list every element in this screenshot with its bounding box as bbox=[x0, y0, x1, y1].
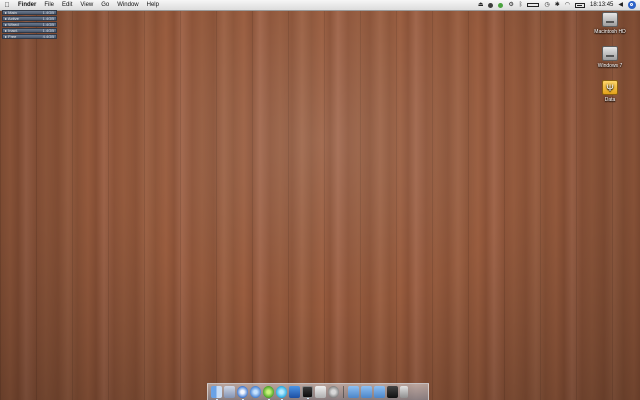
dark-app-icon[interactable] bbox=[387, 386, 398, 398]
blue-app-icon[interactable] bbox=[289, 386, 300, 398]
battery-icon[interactable] bbox=[575, 2, 586, 8]
widget-row: ▸ Inact. 1.4GB bbox=[2, 28, 57, 33]
widget-row: ▸ Main 1.4GB bbox=[2, 10, 57, 15]
cpu-meter-icon[interactable] bbox=[527, 3, 540, 7]
time-machine-icon[interactable]: ◷ bbox=[544, 0, 549, 10]
usb-drive-icon bbox=[602, 80, 618, 95]
desktop-icon-label: Data bbox=[604, 97, 616, 103]
status-green-icon[interactable] bbox=[498, 2, 504, 8]
widget-row-label: ▸ Main bbox=[5, 10, 17, 15]
dashboard-icon[interactable] bbox=[315, 386, 326, 398]
status-area: ⏏ ⚙ ᛒ ◷ ✱ ◠ 18:13:45 ◀ bbox=[478, 0, 636, 10]
system-preferences-icon[interactable] bbox=[328, 386, 339, 398]
menu-help[interactable]: Help bbox=[143, 0, 163, 10]
menu-clock[interactable]: 18:13:45 bbox=[590, 2, 613, 8]
mail-icon[interactable] bbox=[224, 386, 235, 398]
widget-row-label: ▸ Free bbox=[5, 34, 17, 39]
folder-icon[interactable] bbox=[361, 386, 372, 398]
menu-bar:  Finder File Edit View Go Window Help ⏏… bbox=[0, 0, 640, 11]
apple-menu-icon[interactable]:  bbox=[0, 2, 14, 9]
widget-row-label: ▸ Active bbox=[5, 16, 19, 21]
widget-row-value: 4.4GB bbox=[42, 34, 54, 39]
menu-edit[interactable]: Edit bbox=[58, 0, 76, 10]
green-app-icon[interactable] bbox=[263, 386, 274, 400]
desktop-icon-label: Windows 7 bbox=[597, 63, 623, 69]
bluetooth-icon[interactable]: ᛒ bbox=[519, 0, 523, 10]
hard-drive-icon bbox=[602, 12, 618, 27]
wood-wallpaper bbox=[0, 0, 640, 400]
menu-view[interactable]: View bbox=[76, 0, 97, 10]
widget-row: ▸ Free 4.4GB bbox=[2, 34, 57, 39]
widget-row-value: 1.4GB bbox=[42, 22, 54, 27]
hard-drive-icon bbox=[602, 46, 618, 61]
gear-icon[interactable]: ⚙ bbox=[508, 0, 513, 10]
widget-row: ▸ Wired 1.4GB bbox=[2, 22, 57, 27]
dock bbox=[207, 383, 429, 400]
widget-row-label: ▸ Inact. bbox=[5, 28, 18, 33]
folder-icon[interactable] bbox=[348, 386, 359, 398]
menu-finder[interactable]: Finder bbox=[14, 0, 40, 10]
trash-icon[interactable] bbox=[400, 386, 408, 398]
folder-icon[interactable] bbox=[374, 386, 385, 398]
finder-icon[interactable] bbox=[211, 386, 222, 400]
desktop-icon-windows-7[interactable]: Windows 7 bbox=[589, 46, 631, 69]
eject-icon[interactable]: ⏏ bbox=[478, 0, 484, 10]
widget-row-value: 1.4GB bbox=[42, 10, 54, 15]
desktop-icon-label: Macintosh HD bbox=[594, 29, 626, 35]
widget-row-value: 1.4GB bbox=[42, 28, 54, 33]
dock-separator bbox=[343, 386, 344, 398]
bluetooth-status-icon[interactable]: ✱ bbox=[555, 0, 560, 10]
volume-icon[interactable]: ◀ bbox=[618, 0, 623, 10]
terminal-icon[interactable] bbox=[302, 386, 313, 399]
memory-widget: ▸ Main 1.4GB ▸ Active 1.4GB ▸ Wired 1.4G… bbox=[2, 10, 57, 40]
widget-row-value: 1.4GB bbox=[42, 16, 54, 21]
skype-icon[interactable] bbox=[276, 386, 287, 400]
safari-icon[interactable] bbox=[237, 386, 248, 400]
desktop-icon-data[interactable]: Data bbox=[589, 80, 631, 103]
menu-file[interactable]: File bbox=[40, 0, 58, 10]
wifi-icon[interactable]: ◠ bbox=[565, 0, 570, 10]
desktop-icon-macintosh-hd[interactable]: Macintosh HD bbox=[589, 12, 631, 35]
widget-row-label: ▸ Wired bbox=[5, 22, 19, 27]
activity-icon[interactable] bbox=[488, 2, 494, 8]
spotlight-search-icon[interactable] bbox=[628, 1, 636, 9]
widget-row: ▸ Active 1.4GB bbox=[2, 16, 57, 21]
menu-window[interactable]: Window bbox=[113, 0, 142, 10]
itunes-icon[interactable] bbox=[250, 386, 261, 398]
menu-go[interactable]: Go bbox=[97, 0, 113, 10]
